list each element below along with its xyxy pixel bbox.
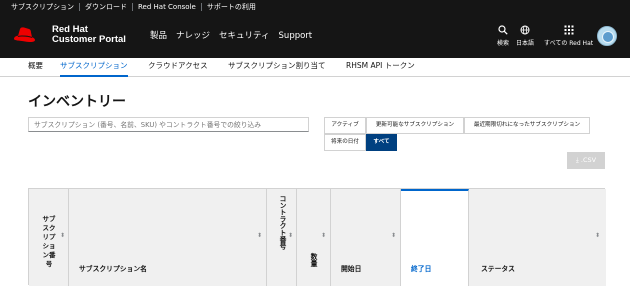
column-label: ステータス	[481, 265, 515, 273]
column-header-subscription-number[interactable]: サブスクリプション番号 ⬍	[29, 189, 69, 286]
tab-overview[interactable]: 概要	[28, 58, 43, 77]
grid-icon	[564, 25, 574, 35]
column-header-subscription-name[interactable]: サブスクリプション名 ⬍	[69, 189, 267, 286]
language-tool[interactable]: 日本語	[516, 25, 534, 47]
download-icon: ⤓ .	[575, 156, 583, 164]
utility-separator	[200, 3, 202, 11]
brand-line-2: Customer Portal	[52, 34, 126, 45]
column-header-start-date[interactable]: 開始日 ⬍	[331, 189, 401, 286]
subscriptions-table: サブスクリプション番号 ⬍ サブスクリプション名 ⬍ コントラクト番号 ⬍ 数量…	[28, 188, 606, 286]
utility-link-support[interactable]: サポートの利用	[207, 0, 256, 14]
search-icon	[498, 25, 508, 35]
sub-nav: 概要 サブスクリプション クラウドアクセス サブスクリプション割り当て RHSM…	[0, 58, 630, 77]
column-header-contract-number[interactable]: コントラクト番号 ⬍	[267, 189, 297, 286]
utility-bar: サブスクリプション ダウンロード Red Hat Console サポートの利用	[0, 0, 630, 14]
utility-separator	[79, 3, 80, 11]
page-title: インベントリー	[28, 94, 126, 110]
masthead: Red Hat Customer Portal 製品 ナレッジ セキュリティ S…	[0, 14, 630, 58]
globe-icon	[520, 25, 530, 35]
utility-link-console[interactable]: Red Hat Console	[138, 0, 196, 14]
tab-cloud-access[interactable]: クラウドアクセス	[148, 58, 208, 77]
avatar[interactable]	[597, 26, 617, 46]
sort-icon: ⬍	[595, 232, 601, 239]
utility-link-downloads[interactable]: ダウンロード	[85, 0, 127, 14]
csv-label: CSV	[582, 156, 597, 164]
apps-tool[interactable]: すべての Red Hat	[544, 25, 593, 47]
column-label: 開始日	[341, 265, 362, 273]
sort-icon: ⬍	[257, 232, 263, 239]
sort-icon: ⬍	[60, 232, 66, 239]
nav-security[interactable]: セキュリティ	[219, 30, 270, 42]
avatar-image	[602, 31, 614, 43]
search-input[interactable]	[28, 117, 309, 132]
export-csv-button[interactable]: ⤓ .CSV	[567, 152, 605, 169]
column-header-status[interactable]: ステータス ⬍	[469, 189, 606, 286]
column-label: 数量	[309, 253, 317, 267]
nav-knowledge[interactable]: ナレッジ	[176, 30, 210, 42]
tab-subscription-allocations[interactable]: サブスクリプション割り当て	[228, 58, 326, 77]
nav-support[interactable]: Support	[279, 30, 313, 42]
filter-renewable-button[interactable]: 更新可能なサブスクリプション	[366, 117, 464, 134]
nav-products[interactable]: 製品	[150, 30, 167, 42]
utility-separator	[132, 3, 133, 11]
sort-icon: ⬍	[391, 232, 397, 239]
filter-future-dated-button[interactable]: 将来の日付	[324, 134, 366, 151]
tab-rhsm-api-tokens[interactable]: RHSM API トークン	[346, 58, 415, 77]
column-header-end-date[interactable]: 終了日	[401, 189, 469, 286]
column-label: サブスクリプション番号	[42, 215, 56, 268]
column-header-quantity[interactable]: 数量 ⬍	[297, 189, 331, 286]
main-nav: 製品 ナレッジ セキュリティ Support	[150, 30, 321, 42]
sort-icon: ⬍	[288, 232, 294, 239]
column-label: 終了日	[411, 265, 432, 273]
apps-tool-label: すべての Red Hat	[544, 40, 594, 47]
filter-all-button[interactable]: すべて	[366, 134, 397, 151]
search-tool[interactable]: 検索	[497, 25, 509, 47]
filter-recently-expired-button[interactable]: 最近期限切れになったサブスクリプション	[464, 117, 590, 134]
tab-subscriptions[interactable]: サブスクリプション	[60, 58, 128, 77]
column-label: サブスクリプション名	[79, 265, 147, 273]
brand-name[interactable]: Red Hat Customer Portal	[52, 25, 126, 45]
filter-active-button[interactable]: アクティブ	[324, 117, 366, 134]
utility-link-subscriptions[interactable]: サブスクリプション	[11, 0, 74, 14]
language-tool-label: 日本語	[516, 40, 535, 47]
sort-icon: ⬍	[321, 232, 327, 239]
red-hat-logo-icon[interactable]	[11, 23, 37, 49]
column-label: コントラクト番号	[278, 195, 286, 250]
search-tool-label: 検索	[497, 40, 510, 47]
